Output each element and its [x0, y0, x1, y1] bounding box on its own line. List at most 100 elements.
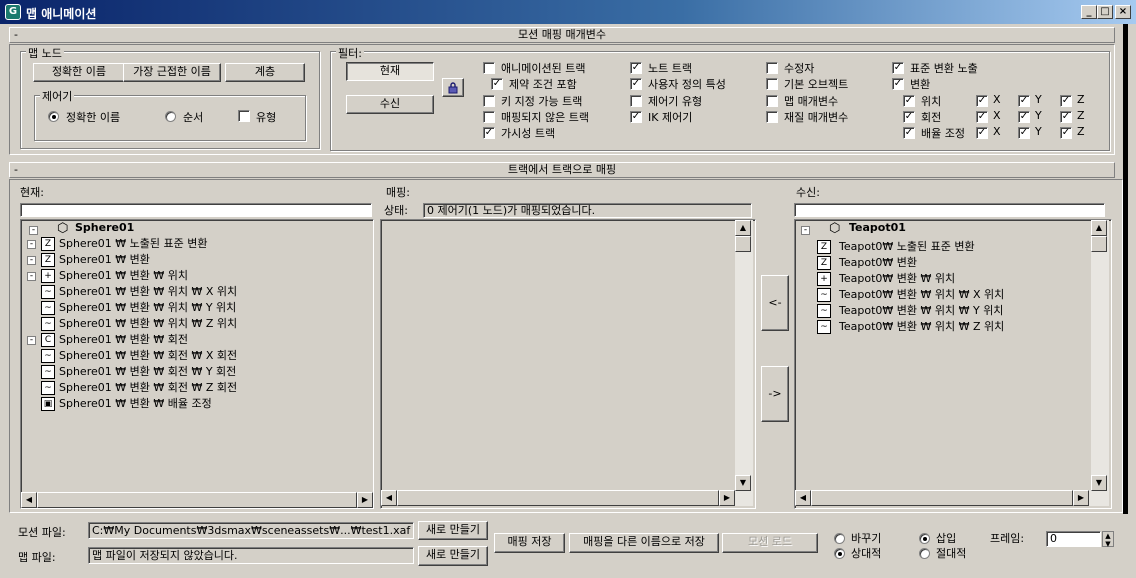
- map-left-arrow-button[interactable]: <-: [761, 275, 789, 331]
- tree-item[interactable]: Teapot0₩ 변환: [839, 255, 917, 271]
- save-map-button[interactable]: 매핑 저장: [494, 533, 565, 553]
- tree-item[interactable]: Sphere01 ₩ 변환 ₩ 회전 ₩ X 회전: [59, 348, 237, 364]
- rotation-checkbox[interactable]: ✓: [903, 111, 915, 123]
- tree-item[interactable]: Sphere01 ₩ 변환 ₩ 위치 ₩ Z 위치: [59, 316, 237, 332]
- material-params-checkbox[interactable]: [766, 111, 778, 123]
- rollout-collapse-toggle[interactable]: -: [14, 28, 18, 42]
- absolute-radio[interactable]: [919, 548, 930, 559]
- rotation-z-checkbox[interactable]: ✓: [1060, 111, 1072, 123]
- insert-radio[interactable]: [919, 533, 930, 544]
- scroll-left-button[interactable]: ◀: [21, 492, 37, 508]
- current-root-label[interactable]: Sphere01: [75, 220, 134, 236]
- tree-expand-toggle[interactable]: -: [27, 272, 36, 281]
- mapping-vscroll[interactable]: ▲ ▼: [735, 220, 753, 506]
- current-tree[interactable]: - ⬡ Sphere01 - Z Sphere01 ₩ 노출된 표준 변환 - Z Sph…: [20, 219, 374, 509]
- target-vscroll[interactable]: ▲ ▼: [1091, 220, 1109, 506]
- tree-item[interactable]: Teapot0₩ 변환 ₩ 위치 ₩ Y 위치: [839, 303, 1003, 319]
- scroll-right-button[interactable]: ▶: [357, 492, 373, 508]
- modifiers-checkbox[interactable]: [766, 62, 778, 74]
- keyable-tracks-checkbox[interactable]: [483, 95, 495, 107]
- exact-name-button[interactable]: 정확한 이름: [33, 63, 125, 82]
- rotation-x-checkbox[interactable]: ✓: [976, 111, 988, 123]
- motion-file-field[interactable]: C:₩My Documents₩3dsmax₩sceneassets₩...₩t…: [88, 522, 414, 539]
- animated-tracks-checkbox[interactable]: [483, 62, 495, 74]
- tree-expand-toggle[interactable]: -: [27, 240, 36, 249]
- position-z-checkbox[interactable]: ✓: [1060, 95, 1072, 107]
- tree-item[interactable]: Sphere01 ₩ 변환 ₩ 회전 ₩ Y 회전: [59, 364, 236, 380]
- custom-attributes-checkbox[interactable]: ✓: [630, 78, 642, 90]
- target-root-collapse-toggle[interactable]: -: [801, 226, 810, 235]
- position-y-checkbox[interactable]: ✓: [1018, 95, 1030, 107]
- closest-name-button[interactable]: 가장 근접한 이름: [123, 63, 221, 82]
- include-constraints-checkbox[interactable]: ✓: [491, 78, 503, 90]
- frame-spinner[interactable]: ▲ ▼: [1102, 531, 1114, 548]
- transform-checkbox[interactable]: ✓: [892, 78, 904, 90]
- controller-type-checkbox[interactable]: [630, 95, 642, 107]
- tree-item[interactable]: Sphere01 ₩ 변환 ₩ 위치 ₩ X 위치: [59, 284, 237, 300]
- new-map-button[interactable]: 새로 만들기: [418, 546, 488, 566]
- target-root-label[interactable]: Teapot01: [849, 220, 906, 236]
- tree-expand-toggle[interactable]: -: [27, 256, 36, 265]
- tree-item[interactable]: Sphere01 ₩ 변환 ₩ 회전: [59, 332, 188, 348]
- tree-item[interactable]: Sphere01 ₩ 노출된 표준 변환: [59, 236, 207, 252]
- load-motion-button[interactable]: 모션 로드: [722, 533, 818, 553]
- tree-expand-toggle[interactable]: -: [27, 336, 36, 345]
- mapping-list[interactable]: ▲ ▼ ◀ ▶: [380, 219, 756, 509]
- base-object-checkbox[interactable]: [766, 78, 778, 90]
- tree-item[interactable]: Teapot0₩ 변환 ₩ 위치 ₩ Z 위치: [839, 319, 1004, 335]
- scale-z-checkbox[interactable]: ✓: [1060, 127, 1072, 139]
- target-filter-field[interactable]: [794, 203, 1105, 217]
- save-map-as-button[interactable]: 매핑을 다른 이름으로 저장: [569, 533, 719, 553]
- ik-controller-checkbox[interactable]: ✓: [630, 111, 642, 123]
- relative-radio[interactable]: [834, 548, 845, 559]
- mapping-hscroll-thumb[interactable]: [397, 490, 719, 506]
- rollout-collapse-toggle-2[interactable]: -: [14, 163, 18, 177]
- tree-item[interactable]: Teapot0₩ 변환 ₩ 위치: [839, 271, 955, 287]
- map-params-checkbox[interactable]: [766, 95, 778, 107]
- visibility-track-checkbox[interactable]: ✓: [483, 127, 495, 139]
- scale-checkbox[interactable]: ✓: [903, 127, 915, 139]
- mapping-hscroll[interactable]: ◀ ▶: [381, 490, 735, 506]
- position-x-checkbox[interactable]: ✓: [976, 95, 988, 107]
- filter-current-button[interactable]: 현재: [346, 62, 434, 81]
- minimize-button[interactable]: _: [1081, 5, 1097, 19]
- target-scroll-down-button[interactable]: ▼: [1091, 475, 1107, 491]
- order-radio[interactable]: [165, 111, 176, 122]
- mapping-scroll-left-button[interactable]: ◀: [381, 490, 397, 506]
- scale-x-checkbox[interactable]: ✓: [976, 127, 988, 139]
- root-collapse-toggle[interactable]: -: [29, 226, 38, 235]
- frame-input[interactable]: 0: [1046, 531, 1101, 547]
- current-filter-field[interactable]: [20, 203, 372, 217]
- expose-transforms-checkbox[interactable]: ✓: [892, 62, 904, 74]
- motion-params-rollout-header[interactable]: - 모션 매핑 매개변수: [9, 27, 1115, 43]
- map-right-arrow-button[interactable]: ->: [761, 366, 789, 422]
- filter-target-button[interactable]: 수신: [346, 95, 434, 114]
- maximize-button[interactable]: □: [1097, 5, 1113, 19]
- replace-radio[interactable]: [834, 533, 845, 544]
- tree-item[interactable]: Sphere01 ₩ 변환 ₩ 위치 ₩ Y 위치: [59, 300, 236, 316]
- target-hscroll[interactable]: ◀ ▶: [795, 490, 1091, 506]
- target-vscroll-thumb[interactable]: [1091, 236, 1107, 252]
- vscroll-thumb[interactable]: [735, 236, 751, 252]
- unmapped-tracks-checkbox[interactable]: [483, 111, 495, 123]
- tree-item[interactable]: Teapot0₩ 변환 ₩ 위치 ₩ X 위치: [839, 287, 1004, 303]
- lock-icon[interactable]: [442, 78, 464, 97]
- target-hscroll-thumb[interactable]: [811, 490, 1073, 506]
- current-hscroll[interactable]: ◀ ▶: [21, 492, 373, 508]
- tree-item[interactable]: Sphere01 ₩ 변환 ₩ 회전 ₩ Z 회전: [59, 380, 237, 396]
- close-button[interactable]: ×: [1115, 5, 1131, 19]
- mapping-scroll-right-button[interactable]: ▶: [719, 490, 735, 506]
- exact-name-radio[interactable]: [48, 111, 59, 122]
- scale-y-checkbox[interactable]: ✓: [1018, 127, 1030, 139]
- tree-item[interactable]: Sphere01 ₩ 변환 ₩ 위치: [59, 268, 188, 284]
- note-track-checkbox[interactable]: ✓: [630, 62, 642, 74]
- track-mapping-rollout-header[interactable]: - 트랙에서 트랙으로 매핑: [9, 162, 1115, 178]
- target-scroll-left-button[interactable]: ◀: [795, 490, 811, 506]
- map-file-field[interactable]: 맵 파일이 저장되지 않았습니다.: [88, 547, 414, 564]
- type-checkbox[interactable]: [238, 110, 250, 122]
- hscroll-thumb[interactable]: [37, 492, 357, 508]
- tree-item[interactable]: Teapot0₩ 노출된 표준 변환: [839, 239, 975, 255]
- target-scroll-right-button[interactable]: ▶: [1073, 490, 1089, 506]
- tree-item[interactable]: Sphere01 ₩ 변환: [59, 252, 150, 268]
- scroll-up-button[interactable]: ▲: [735, 220, 751, 236]
